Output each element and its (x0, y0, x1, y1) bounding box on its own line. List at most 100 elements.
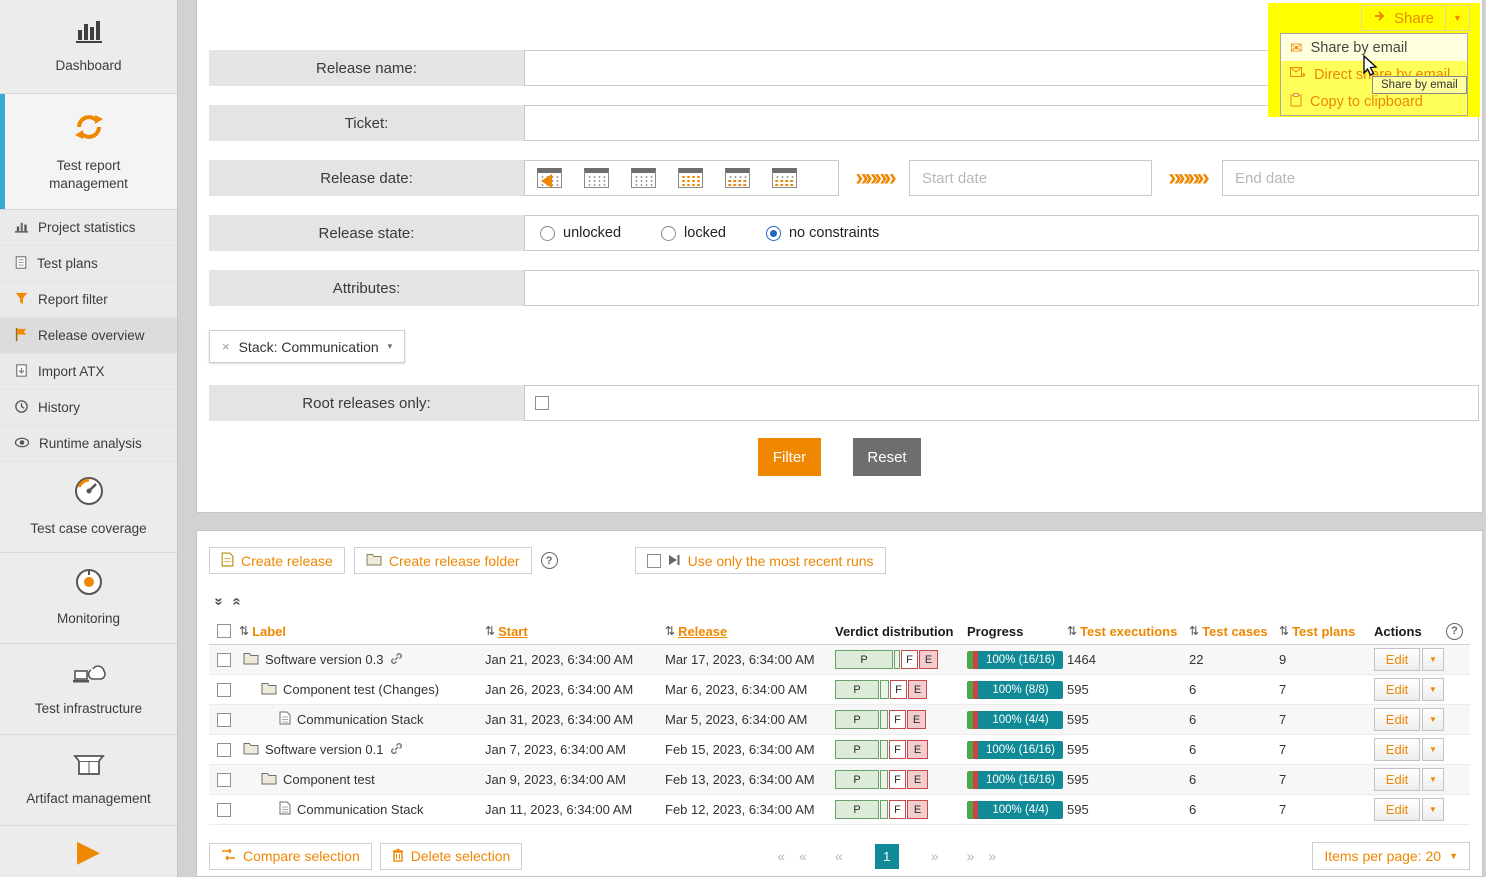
header-test-executions[interactable]: Test executions (1080, 624, 1177, 639)
sort-icon[interactable]: ⇅ (665, 624, 675, 638)
sort-icon[interactable]: ⇅ (1279, 624, 1289, 638)
header-test-plans[interactable]: Test plans (1292, 624, 1355, 639)
sidebar-item-test-case-coverage[interactable]: Test case coverage (0, 462, 177, 553)
sidebar-item-release-overview[interactable]: Release overview (0, 318, 177, 354)
recent-runs-checkbox[interactable] (647, 554, 661, 568)
help-icon[interactable]: ? (541, 552, 558, 569)
release-label[interactable]: Communication Stack (297, 712, 423, 727)
edit-button[interactable]: Edit (1374, 798, 1420, 821)
reset-button[interactable]: Reset (853, 438, 921, 476)
link-icon[interactable] (390, 742, 403, 758)
first-page-icon[interactable]: « (777, 848, 785, 864)
sidebar-item-runtime-analysis[interactable]: Runtime analysis (0, 426, 177, 462)
edit-button[interactable]: Edit (1374, 708, 1420, 731)
release-label[interactable]: Component test (283, 772, 375, 787)
radio-no-constraints[interactable]: no constraints (766, 225, 879, 241)
header-test-cases[interactable]: Test cases (1202, 624, 1268, 639)
sidebar-item-project-statistics[interactable]: Project statistics (0, 210, 177, 246)
table-row[interactable]: Component test (Changes) Jan 26, 2023, 6… (209, 675, 1470, 705)
release-label[interactable]: Component test (Changes) (283, 682, 439, 697)
root-releases-checkbox[interactable] (535, 396, 549, 410)
start-date-input[interactable] (909, 160, 1152, 196)
share-button[interactable]: Share (1361, 5, 1446, 31)
chevron-down-icon[interactable]: ▾ (388, 341, 393, 352)
prev-page-icon[interactable]: « (835, 848, 843, 864)
current-page[interactable]: 1 (875, 844, 899, 869)
create-release-button[interactable]: Create release (209, 547, 345, 574)
button-label: Create release (241, 553, 333, 569)
sidebar-item-report-filter[interactable]: Report filter (0, 282, 177, 318)
edit-button[interactable]: Edit (1374, 768, 1420, 791)
row-checkbox[interactable] (217, 773, 231, 787)
table-row[interactable]: Communication Stack Jan 31, 2023, 6:34:0… (209, 705, 1470, 735)
edit-button[interactable]: Edit (1374, 648, 1420, 671)
edit-caret-button[interactable]: ▼ (1422, 678, 1444, 701)
sort-icon[interactable]: ⇅ (485, 624, 495, 638)
prev-group-icon[interactable]: « (799, 848, 807, 864)
end-date-input[interactable] (1222, 160, 1479, 196)
collapse-all-icon[interactable]: » (212, 597, 227, 605)
sidebar-item-dashboard[interactable]: Dashboard (0, 0, 177, 94)
row-checkbox[interactable] (217, 653, 231, 667)
select-all-checkbox[interactable] (217, 624, 231, 638)
calendar-week-icon[interactable] (725, 168, 750, 188)
play-button[interactable]: ▶ (0, 826, 177, 877)
header-release[interactable]: Release (678, 624, 727, 639)
calendar-icon[interactable] (584, 168, 609, 188)
sort-icon[interactable]: ⇅ (1067, 624, 1077, 638)
last-page-icon[interactable]: » (988, 848, 996, 864)
table-row[interactable]: Software version 0.3 Jan 21, 2023, 6:34:… (209, 645, 1470, 675)
sidebar-item-test-plans[interactable]: Test plans (0, 246, 177, 282)
expand-all-icon[interactable]: « (230, 597, 245, 605)
header-start[interactable]: Start (498, 624, 528, 639)
row-checkbox[interactable] (217, 803, 231, 817)
delete-selection-button[interactable]: Delete selection (380, 843, 523, 870)
release-label[interactable]: Software version 0.1 (265, 742, 384, 757)
row-checkbox[interactable] (217, 683, 231, 697)
calendar-back-icon[interactable] (537, 168, 562, 188)
edit-caret-button[interactable]: ▼ (1422, 738, 1444, 761)
radio-locked[interactable]: locked (661, 225, 726, 241)
edit-button[interactable]: Edit (1374, 678, 1420, 701)
remove-tag-icon[interactable]: × (222, 339, 230, 354)
release-label[interactable]: Software version 0.3 (265, 652, 384, 667)
fast-forward-icon[interactable]: »»»» (839, 160, 909, 196)
sidebar-item-artifact-management[interactable]: Artifact management (0, 735, 177, 826)
table-row[interactable]: Software version 0.1 Jan 7, 2023, 6:34:0… (209, 735, 1470, 765)
edit-caret-button[interactable]: ▼ (1422, 768, 1444, 791)
sidebar-item-test-infrastructure[interactable]: Test infrastructure (0, 644, 177, 735)
sidebar-item-import-atx[interactable]: Import ATX (0, 354, 177, 390)
calendar-week-icon[interactable] (772, 168, 797, 188)
share-caret-button[interactable]: ▼ (1446, 5, 1470, 31)
table-row[interactable]: Communication Stack Jan 11, 2023, 6:34:0… (209, 795, 1470, 825)
items-per-page-button[interactable]: Items per page: 20 ▼ (1312, 842, 1470, 870)
create-release-folder-button[interactable]: Create release folder (354, 547, 532, 574)
filter-button[interactable]: Filter (758, 438, 821, 476)
fast-forward-icon[interactable]: »»»» (1152, 160, 1222, 196)
edit-caret-button[interactable]: ▼ (1422, 798, 1444, 821)
sidebar-item-monitoring[interactable]: Monitoring (0, 553, 177, 644)
sort-icon[interactable]: ⇅ (1189, 624, 1199, 638)
attributes-input[interactable] (524, 270, 1479, 306)
sort-icon[interactable]: ⇅ (239, 624, 249, 638)
sidebar-item-test-report-management[interactable]: Test report management (0, 94, 177, 210)
attribute-tag-stack-communication[interactable]: × Stack: Communication ▾ (209, 330, 405, 363)
sidebar-item-history[interactable]: History (0, 390, 177, 426)
release-label[interactable]: Communication Stack (297, 802, 423, 817)
help-icon[interactable]: ? (1446, 623, 1463, 640)
radio-unlocked[interactable]: unlocked (540, 225, 621, 241)
next-page-icon[interactable]: » (931, 848, 939, 864)
link-icon[interactable] (390, 652, 403, 668)
next-group-icon[interactable]: » (967, 848, 975, 864)
compare-selection-button[interactable]: Compare selection (209, 843, 372, 870)
calendar-icon[interactable] (631, 168, 656, 188)
row-checkbox[interactable] (217, 743, 231, 757)
recent-runs-toggle[interactable]: Use only the most recent runs (635, 547, 886, 574)
table-row[interactable]: Component test Jan 9, 2023, 6:34:00 AM F… (209, 765, 1470, 795)
row-checkbox[interactable] (217, 713, 231, 727)
calendar-month-icon[interactable] (678, 168, 703, 188)
header-label[interactable]: Label (252, 624, 286, 639)
edit-button[interactable]: Edit (1374, 738, 1420, 761)
edit-caret-button[interactable]: ▼ (1422, 708, 1444, 731)
edit-caret-button[interactable]: ▼ (1422, 648, 1444, 671)
